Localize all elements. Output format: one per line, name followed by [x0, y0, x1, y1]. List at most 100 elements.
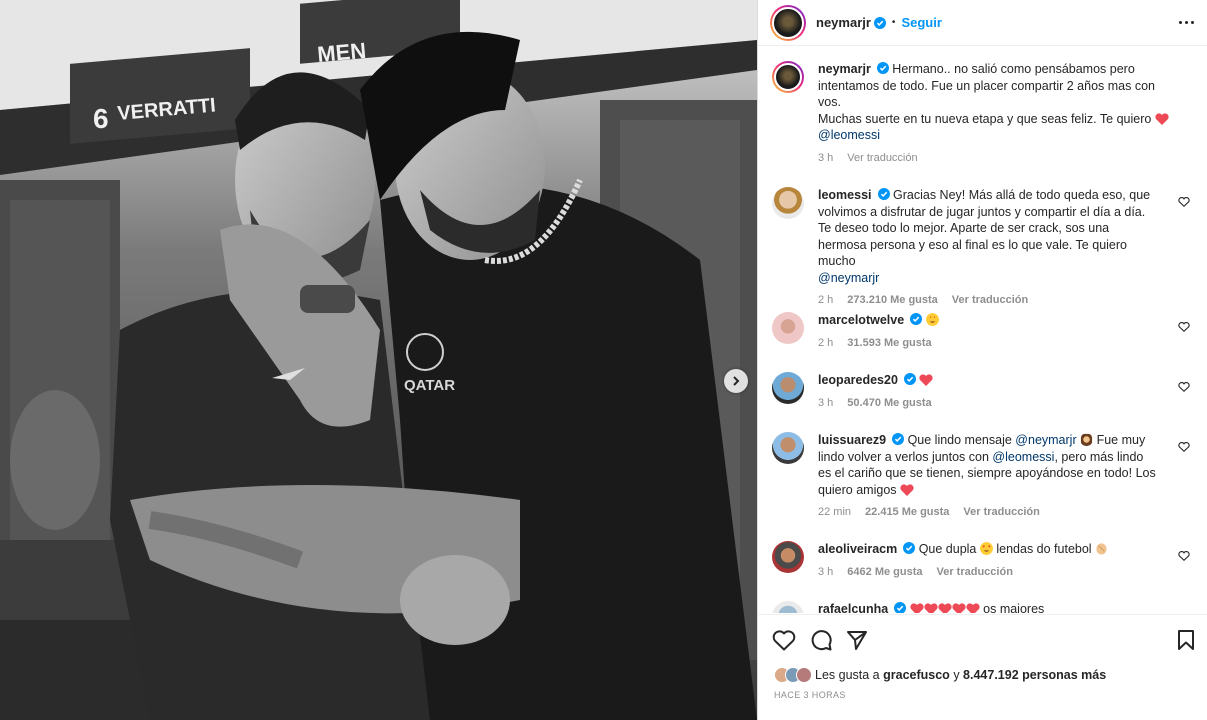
comment-username[interactable]: luissuarez9: [818, 433, 886, 447]
like-comment-heart-icon[interactable]: [1178, 441, 1190, 453]
more-options-icon[interactable]: [1179, 21, 1194, 24]
comment-username[interactable]: rafaelcunha: [818, 602, 888, 613]
woman-emoji-icon: [1081, 433, 1093, 446]
like-comment-heart-icon[interactable]: [1178, 321, 1190, 333]
comment-mention-link-2[interactable]: @leomessi: [992, 450, 1054, 464]
shirt-sponsor-text: QATAR: [404, 377, 455, 394]
bookmark-icon: [1178, 630, 1194, 650]
comment-rafaelcunha: rafaelcunha os maiores: [772, 601, 1190, 613]
likes-count[interactable]: 8.447.192 personas más: [963, 668, 1106, 682]
comment-translate-link[interactable]: Ver traducción: [937, 564, 1013, 581]
carousel-next-button[interactable]: [724, 369, 748, 393]
separator-dot: •: [891, 17, 896, 28]
follow-button[interactable]: Seguir: [901, 15, 941, 30]
comment-translate-link[interactable]: Ver traducción: [952, 292, 1028, 309]
verified-badge-icon: [877, 188, 890, 200]
caption-avatar[interactable]: [772, 61, 804, 93]
verified-badge-icon: [894, 602, 907, 613]
post-actions: Les gusta a gracefusco y 8.447.192 perso…: [758, 614, 1207, 720]
heart-icon: [772, 630, 796, 651]
author-username[interactable]: neymarjr: [816, 15, 871, 30]
comment-likes[interactable]: 6462 Me gusta: [847, 564, 922, 581]
comment-time: 2 h: [818, 336, 834, 349]
comment-likes[interactable]: 273.210 Me gusta: [847, 292, 938, 309]
comment-username[interactable]: aleoliveiracm: [818, 542, 897, 556]
comment-aleoliveiracm: aleoliveiracm Que dupla lendas do futebo…: [772, 541, 1190, 580]
commenter-avatar[interactable]: [772, 312, 804, 344]
comment-luissuarez9: luissuarez9 Que lindo mensaje @neymarjr …: [772, 432, 1190, 521]
clapping-hands-emoji-icon: [1096, 543, 1107, 555]
verified-badge-icon: [873, 16, 886, 29]
comment-leomessi: leomessi Gracias Ney! Más allá de todo q…: [772, 187, 1190, 309]
commenter-avatar[interactable]: [772, 372, 804, 404]
comment-time: 22 min: [818, 506, 852, 518]
comment-time: 2 h: [818, 294, 834, 306]
save-button[interactable]: [1176, 629, 1196, 654]
commenter-avatar[interactable]: [772, 432, 804, 464]
verified-badge-icon: [903, 542, 916, 554]
caption-translate-link[interactable]: Ver traducción: [847, 150, 917, 167]
comment-time: 3 h: [818, 565, 834, 578]
comment-leoparedes20: leoparedes20 3 h 50.470 Me gusta: [772, 372, 1190, 411]
post-header: neymarjr • Seguir: [758, 0, 1207, 46]
commenter-avatar[interactable]: [772, 541, 804, 573]
caption-mention-link[interactable]: @leomessi: [818, 128, 880, 142]
post-timestamp[interactable]: HACE 3 HORAS: [774, 690, 846, 700]
comment-text: os maiores: [983, 602, 1045, 613]
comment-mention-link[interactable]: @neymarjr: [818, 271, 879, 285]
like-comment-heart-icon[interactable]: [1178, 381, 1190, 393]
paper-plane-icon: [847, 631, 867, 650]
comment-marcelotwelve: marcelotwelve 2 h 31.593 Me gusta: [772, 312, 1190, 351]
comment-button[interactable]: [810, 629, 832, 654]
verified-badge-icon: [910, 313, 923, 325]
post-side-panel: neymarjr • Seguir neymarjr Hermano.. no …: [757, 0, 1207, 720]
liker-avatars[interactable]: [774, 667, 812, 683]
commenter-avatar[interactable]: [772, 187, 804, 219]
author-avatar[interactable]: [770, 4, 806, 41]
red-heart-emoji-icon: [919, 374, 934, 386]
verified-badge-icon: [903, 373, 916, 385]
red-heart-emoji-icon: [910, 603, 924, 613]
likes-conj: y: [953, 668, 960, 682]
comment-time: 3 h: [818, 396, 834, 409]
post-image: QATAR 6 VERRATTI MEN: [0, 0, 757, 720]
red-heart-emoji-icon: [952, 603, 966, 613]
comment-username[interactable]: leomessi: [818, 188, 872, 202]
red-heart-emoji-icon: [900, 483, 914, 496]
comment-text-a: Que dupla: [918, 542, 977, 556]
verified-badge-icon: [892, 433, 905, 445]
comments-list[interactable]: neymarjr Hermano.. no salió como pensába…: [758, 47, 1207, 613]
heart-eyes-emoji-icon: [979, 542, 993, 555]
chevron-right-icon: [733, 376, 740, 386]
comment-username[interactable]: leoparedes20: [818, 373, 898, 387]
liker-username[interactable]: gracefusco: [883, 668, 950, 682]
like-comment-heart-icon[interactable]: [1178, 550, 1190, 562]
jersey-partial-text: MEN: [316, 38, 367, 67]
caption-username[interactable]: neymarjr: [818, 62, 871, 76]
red-heart-emoji-icon: [938, 603, 952, 613]
post-photo[interactable]: QATAR 6 VERRATTI MEN: [0, 0, 757, 720]
comment-username[interactable]: marcelotwelve: [818, 313, 904, 327]
comment-text-b: lendas do futebol: [996, 542, 1092, 556]
comment-likes[interactable]: 31.593 Me gusta: [847, 335, 931, 352]
jersey-number-text: 6: [93, 103, 109, 134]
comment-icon: [811, 630, 832, 651]
verified-badge-icon: [876, 62, 889, 74]
comment-likes[interactable]: 22.415 Me gusta: [865, 504, 949, 521]
red-heart-emoji-icon: [966, 603, 980, 613]
comment-translate-link[interactable]: Ver traducción: [963, 504, 1039, 521]
caption-time: 3 h: [818, 151, 834, 164]
share-button[interactable]: [846, 629, 868, 654]
comment-likes[interactable]: 50.470 Me gusta: [847, 395, 931, 412]
like-button[interactable]: [772, 629, 796, 654]
star-struck-emoji-icon: [925, 313, 939, 326]
commenter-avatar[interactable]: [772, 601, 804, 613]
like-comment-heart-icon[interactable]: [1178, 196, 1190, 208]
red-heart-emoji-icon: [1155, 112, 1169, 125]
caption: neymarjr Hermano.. no salió como pensába…: [772, 61, 1190, 166]
comment-text-a: Que lindo mensaje: [907, 433, 1012, 447]
likes-summary: Les gusta a gracefusco y 8.447.192 perso…: [774, 667, 1106, 683]
caption-text-2: Muchas suerte en tu nueva etapa y que se…: [818, 111, 1152, 126]
comment-mention-link[interactable]: @neymarjr: [1015, 433, 1076, 447]
likes-prefix: Les gusta a: [815, 668, 880, 682]
